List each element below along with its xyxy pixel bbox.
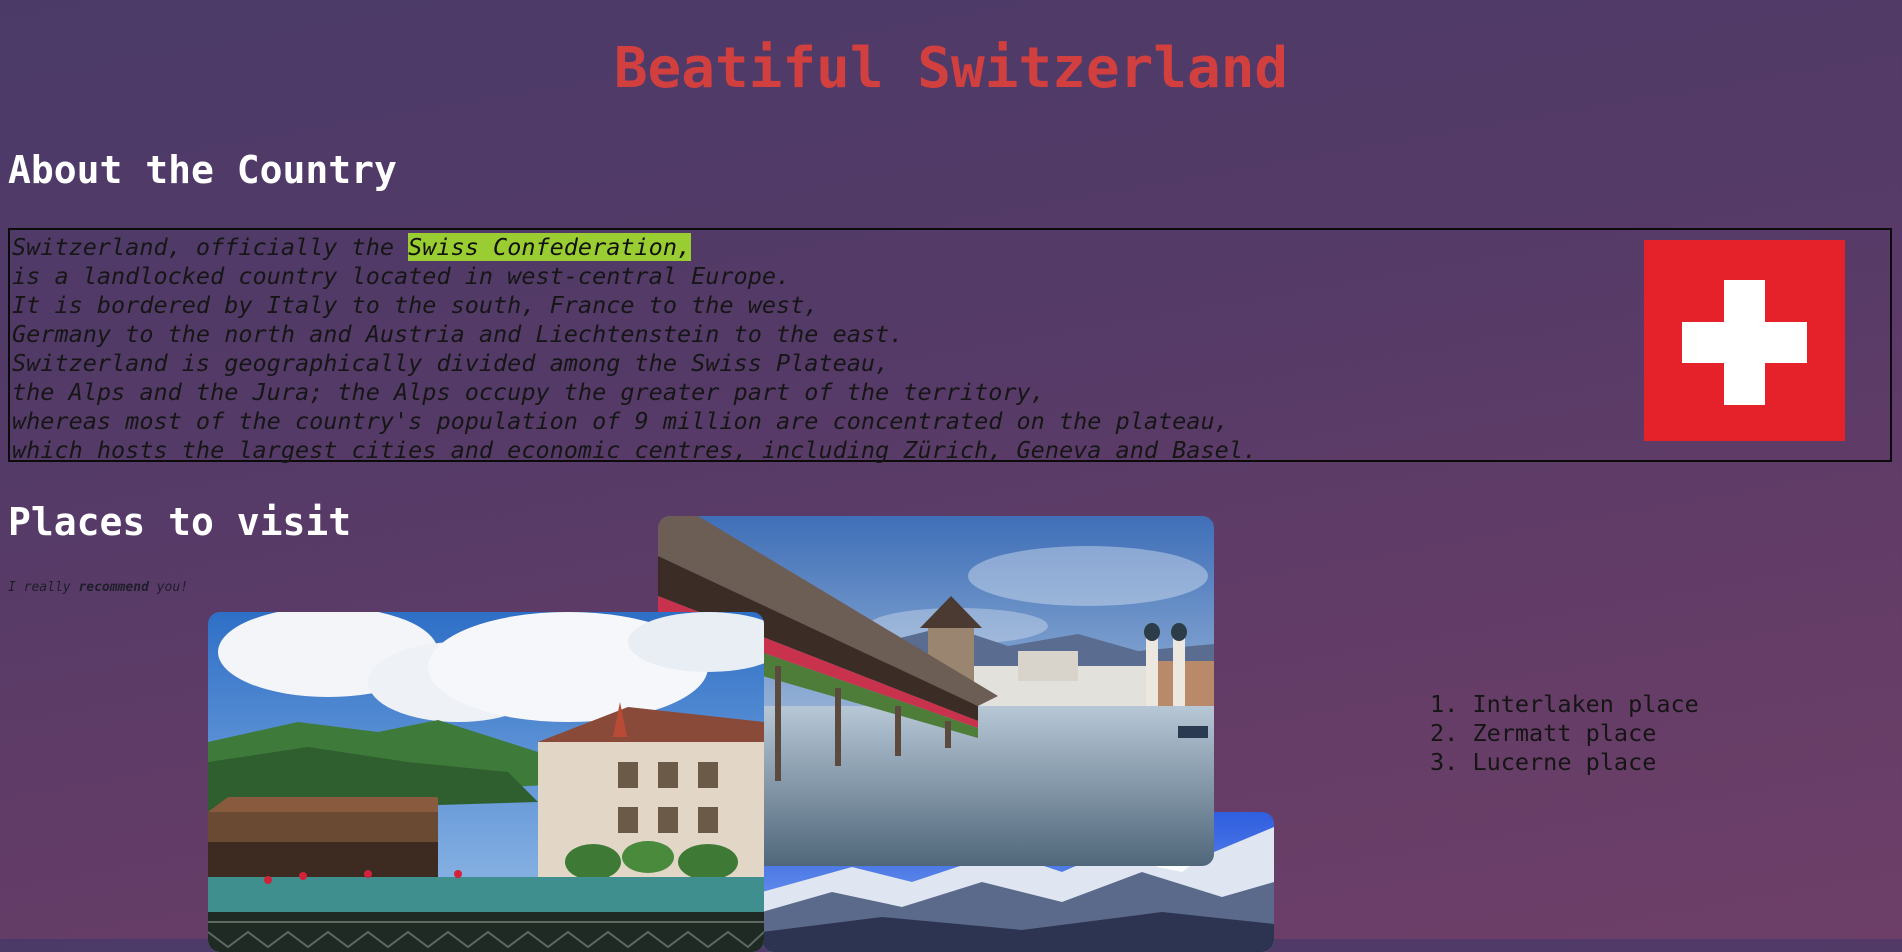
interlaken-photo <box>208 612 764 952</box>
about-line: the Alps and the Jura; the Alps occupy t… <box>12 378 1045 406</box>
about-line: Germany to the north and Austria and Lie… <box>12 320 904 348</box>
about-section: Switzerland, officially the Swiss Confed… <box>8 228 1892 465</box>
places-list: 1. Interlaken place 2. Zermatt place 3. … <box>1430 690 1699 777</box>
about-line: whereas most of the country's population… <box>12 407 1229 435</box>
about-line: It is bordered by Italy to the south, Fr… <box>12 291 819 319</box>
recommend-note: I really recommend you! <box>8 580 188 595</box>
about-heading: About the Country <box>8 148 397 192</box>
recommend-prefix: I really <box>8 580 79 595</box>
highlighted-text: Swiss Confederation, <box>408 233 692 261</box>
list-item: 3. Lucerne place <box>1430 748 1657 776</box>
about-line: Switzerland is geographically divided am… <box>12 349 890 377</box>
about-lead-text: Switzerland, officially the <box>12 233 409 261</box>
about-line: is a landlocked country located in west-… <box>12 262 791 290</box>
swiss-flag-image <box>1644 240 1845 441</box>
page-title: Beatiful Switzerland <box>613 36 1289 101</box>
about-line: Switzerland, officially the Swiss Confed… <box>12 233 1257 262</box>
recommend-bold: recommend <box>78 580 149 595</box>
flag-cross-horizontal <box>1682 322 1807 363</box>
list-item: 2. Zermatt place <box>1430 719 1657 747</box>
about-line: which hosts the largest cities and econo… <box>12 436 1258 464</box>
places-heading: Places to visit <box>8 500 352 544</box>
list-item: 1. Interlaken place <box>1430 690 1699 718</box>
about-paragraph: Switzerland, officially the Swiss Confed… <box>12 233 1257 465</box>
recommend-suffix: you! <box>148 580 189 595</box>
